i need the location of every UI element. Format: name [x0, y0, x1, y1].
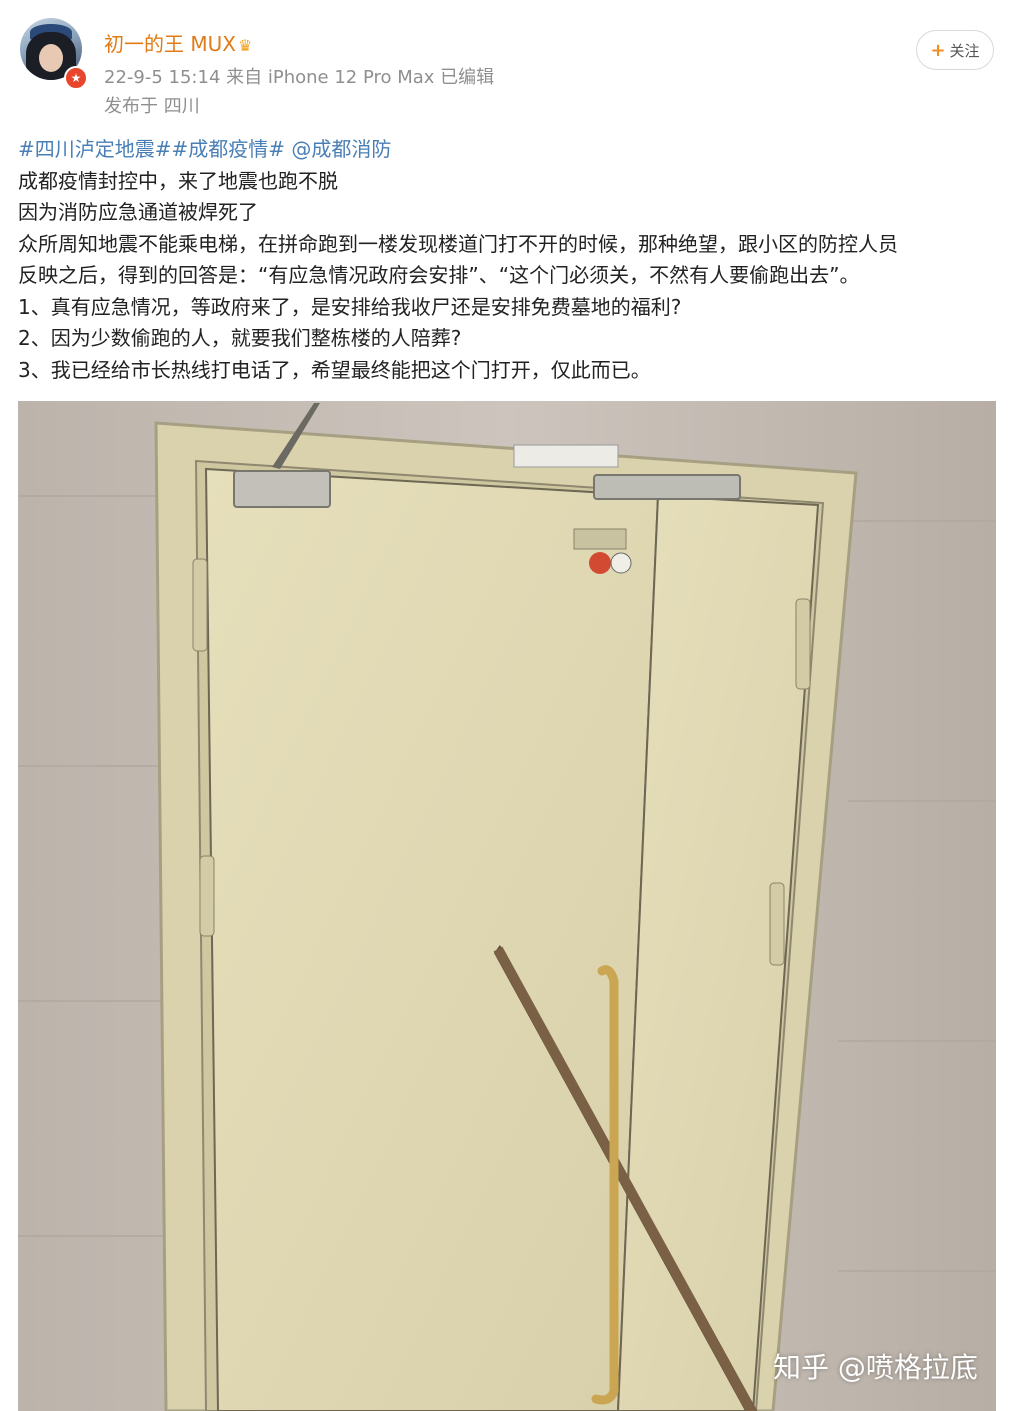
- body-line: 3、我已经给市长热线打电话了，希望最终能把这个门打开，仅此而已。: [18, 357, 651, 382]
- follow-button[interactable]: + 关注: [916, 30, 994, 70]
- body-line: 众所周知地震不能乘电梯，在拼命跑到一楼发现楼道门打不开的时候，那种绝望，跟小区的…: [18, 231, 898, 256]
- mention-link[interactable]: @成都消防: [285, 137, 391, 161]
- verified-badge-icon: ★: [64, 66, 88, 90]
- post-location: 发布于 四川: [104, 96, 200, 117]
- body-line: 2、因为少数偷跑的人，就要我们整栋楼的人陪葬?: [18, 326, 462, 350]
- tag-line: #四川泸定地震##成都疫情# @成都消防: [18, 134, 1003, 166]
- crown-icon: ♛: [237, 36, 253, 55]
- follow-label: 关注: [949, 41, 980, 60]
- author-name[interactable]: 初一的王 MUX ♛: [104, 28, 252, 57]
- post-body: #四川泸定地震##成都疫情# @成都消防 成都疫情封控中，来了地震也跑不脱 因为…: [18, 134, 1003, 386]
- body-line: 1、真有应急情况，等政府来了，是安排给我收尸还是安排免费墓地的福利?: [18, 294, 682, 319]
- welded-fire-door-illustration: [18, 401, 996, 1411]
- post-photo[interactable]: [18, 401, 996, 1411]
- body-line: 成都疫情封控中，来了地震也跑不脱: [18, 168, 338, 193]
- watermark: 知乎 @喷格拉底: [773, 1351, 978, 1384]
- hashtag-link[interactable]: #四川泸定地震##成都疫情#: [18, 137, 285, 161]
- plus-icon: +: [930, 39, 946, 61]
- body-line: 因为消防应急通道被焊死了: [18, 200, 258, 224]
- body-line: 反映之后，得到的回答是：“有应急情况政府会安排”、“这个门必须关，不然有人要偷跑…: [18, 263, 860, 287]
- author-name-text[interactable]: 初一的王 MUX: [104, 32, 236, 56]
- post-meta: 22-9-5 15:14 来自 iPhone 12 Pro Max 已编辑: [104, 67, 495, 88]
